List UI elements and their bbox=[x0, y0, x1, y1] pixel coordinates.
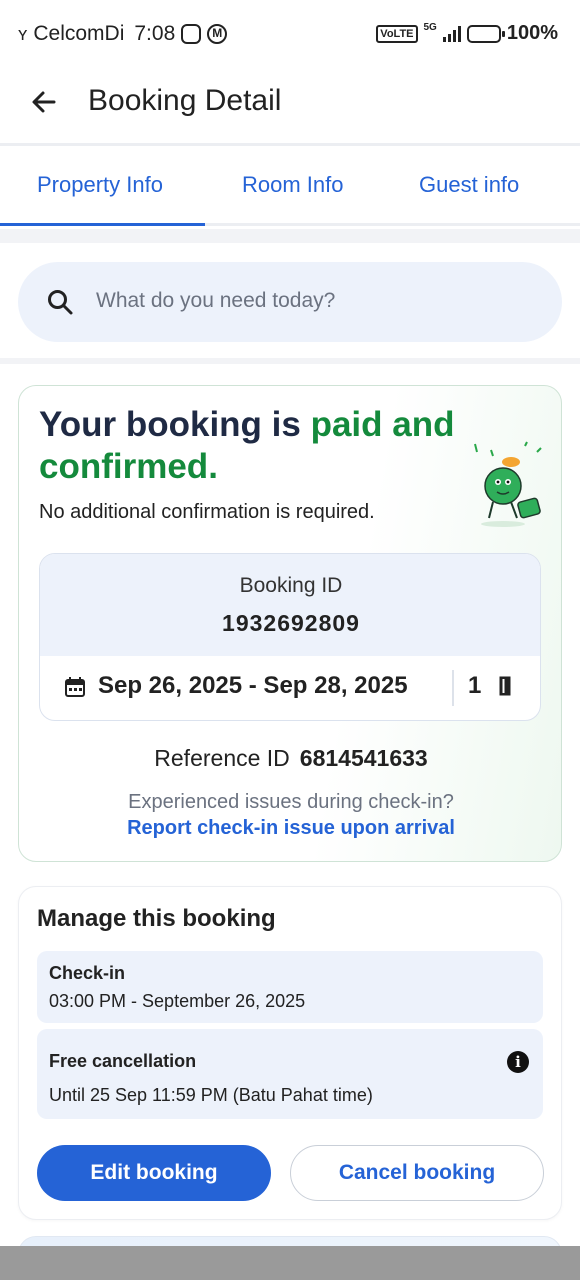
checkin-label: Check-in bbox=[49, 963, 126, 983]
signal-fragment-icon: ʏ bbox=[18, 23, 28, 44]
search-icon bbox=[48, 290, 73, 315]
instagram-icon bbox=[181, 24, 202, 44]
volte-badge: VoLTE bbox=[376, 24, 418, 43]
report-checkin-issue-link[interactable]: Report check-in issue upon arrival bbox=[19, 817, 561, 840]
checkin-value: 03:00 PM - September 26, 2025 bbox=[49, 991, 306, 1011]
tab-room-info[interactable]: Room Info bbox=[242, 172, 344, 198]
mascot-illustration bbox=[474, 441, 542, 527]
app-header: Booking Detail bbox=[0, 70, 580, 146]
booking-id-value: 1932692809 bbox=[222, 610, 360, 636]
free-cancellation-row: Free cancellation i Until 25 Sep 11:59 P… bbox=[37, 1029, 543, 1119]
stay-dates: Sep 26, 2025 - Sep 28, 2025 bbox=[98, 672, 408, 699]
calendar-icon bbox=[65, 677, 85, 697]
reference-id-value: 6814541633 bbox=[299, 745, 428, 771]
search-input[interactable]: What do you need today? bbox=[96, 289, 335, 313]
search-bar[interactable]: What do you need today? bbox=[18, 262, 562, 342]
page-title: Booking Detail bbox=[88, 84, 282, 117]
reference-id-row: Reference ID 6814541633 bbox=[19, 745, 561, 772]
manage-booking-title: Manage this booking bbox=[37, 905, 276, 932]
edit-booking-button[interactable]: Edit booking bbox=[37, 1145, 271, 1201]
status-bar-right: VoLTE 5G 100% bbox=[376, 22, 558, 45]
clock: 7:08 bbox=[134, 22, 176, 45]
tab-bar: Property Info Room Info Guest info bbox=[0, 146, 580, 226]
divider-band bbox=[0, 358, 580, 364]
free-cancellation-value: Until 25 Sep 11:59 PM (Batu Pahat time) bbox=[49, 1085, 373, 1105]
booking-confirmation-card: Your booking is paid and confirmed. No a… bbox=[18, 385, 562, 862]
back-arrow-icon[interactable] bbox=[28, 86, 60, 118]
checkin-row: Check-in 03:00 PM - September 26, 2025 bbox=[37, 951, 543, 1023]
headline-end: . bbox=[208, 447, 218, 486]
dates-divider bbox=[452, 670, 454, 706]
battery-level: 100% bbox=[506, 22, 558, 44]
signal-bars-icon bbox=[442, 25, 461, 42]
reference-id-label: Reference ID bbox=[154, 745, 290, 771]
status-bar: ʏ CelcomDi 7:08 M VoLTE 5G 100% bbox=[0, 0, 580, 70]
headline-text: Your booking is bbox=[39, 405, 311, 444]
carrier-name: CelcomDi bbox=[33, 22, 125, 45]
booking-id-header: Booking ID 1932692809 bbox=[40, 554, 540, 656]
battery-icon bbox=[466, 24, 505, 43]
checkin-issue-text: Experienced issues during check-in? bbox=[128, 791, 454, 813]
messenger-icon: M bbox=[207, 24, 228, 44]
confirmation-headline: Your booking is paid and confirmed. bbox=[39, 404, 479, 488]
system-nav-bar bbox=[0, 1246, 580, 1280]
booking-detail-screen: ʏ CelcomDi 7:08 M VoLTE 5G 100% Booking … bbox=[0, 0, 580, 1280]
info-icon[interactable]: i bbox=[507, 1051, 529, 1073]
tab-guest-info[interactable]: Guest info bbox=[419, 172, 519, 198]
tab-property-info[interactable]: Property Info bbox=[37, 172, 163, 198]
active-tab-indicator bbox=[0, 223, 205, 226]
moon-icon bbox=[499, 676, 511, 696]
manage-booking-card: Manage this booking Check-in 03:00 PM - … bbox=[18, 886, 562, 1220]
network-type: 5G bbox=[423, 22, 437, 33]
status-bar-left: ʏ CelcomDi 7:08 M bbox=[18, 22, 228, 46]
confirmation-subtext: No additional confirmation is required. bbox=[39, 501, 375, 523]
divider-band bbox=[0, 229, 580, 243]
nights-count: 1 bbox=[468, 672, 482, 699]
booking-id-label: Booking ID bbox=[239, 574, 343, 597]
booking-id-box: Booking ID 1932692809 Sep 26, 2025 - Sep… bbox=[39, 553, 541, 721]
cancel-booking-button[interactable]: Cancel booking bbox=[290, 1145, 544, 1201]
free-cancellation-label: Free cancellation bbox=[49, 1051, 197, 1071]
